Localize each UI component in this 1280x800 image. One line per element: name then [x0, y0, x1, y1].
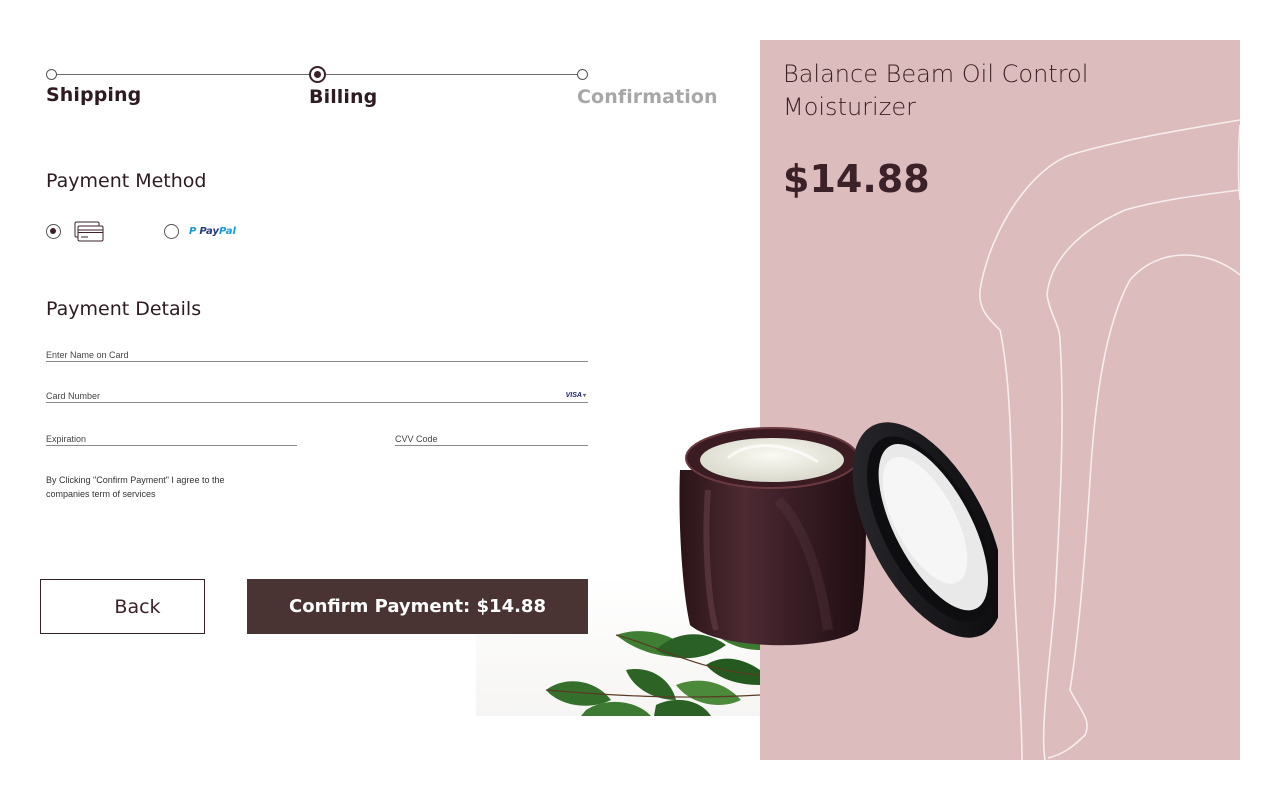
payment-details-title: Payment Details — [46, 298, 202, 320]
paypal-logo[interactable]: P PayPal — [189, 226, 236, 237]
terms-text: By Clicking "Confirm Payment" I agree to… — [46, 475, 225, 499]
chevron-down-icon: ▾ — [582, 393, 586, 399]
card-number-placeholder: Card Number — [46, 391, 101, 401]
card-brand-select[interactable]: VISA▾ — [566, 392, 586, 399]
paypal-radio[interactable] — [164, 224, 179, 239]
step-shipping-dot[interactable] — [46, 69, 57, 80]
visa-logo: VISA — [565, 392, 582, 399]
product-name: Balance Beam Oil Control Moisturizer — [783, 60, 1089, 121]
name-on-card-field[interactable]: Enter Name on Card — [46, 342, 588, 362]
expiration-placeholder: Expiration — [46, 434, 87, 444]
card-radio[interactable] — [46, 224, 61, 239]
step-confirmation-label[interactable]: Confirmation — [577, 86, 718, 108]
paypal-p-mark: P — [189, 226, 197, 237]
paypal-pay-text: Pay — [199, 226, 219, 237]
checkout-progress: Shipping Billing Confirmation — [46, 64, 718, 114]
cvv-placeholder: CVV Code — [395, 434, 438, 444]
payment-method-title: Payment Method — [46, 170, 207, 192]
cvv-field[interactable]: CVV Code — [395, 426, 588, 446]
card-number-field[interactable]: Card Number VISA▾ — [46, 383, 588, 403]
product-price: $14.88 — [783, 157, 930, 201]
step-shipping-label[interactable]: Shipping — [46, 84, 141, 106]
expiration-field[interactable]: Expiration — [46, 426, 297, 446]
back-button[interactable]: Back — [40, 579, 205, 634]
confirm-payment-button[interactable]: Confirm Payment: $14.88 — [247, 579, 588, 634]
name-on-card-placeholder: Enter Name on Card — [46, 350, 129, 360]
credit-card-icon[interactable] — [74, 221, 104, 243]
step-billing-dot[interactable] — [309, 66, 326, 83]
moisturizer-jar-image — [679, 422, 998, 646]
step-confirmation-dot[interactable] — [577, 69, 588, 80]
step-billing-label[interactable]: Billing — [309, 86, 377, 108]
paypal-pal-text: Pal — [219, 226, 236, 237]
